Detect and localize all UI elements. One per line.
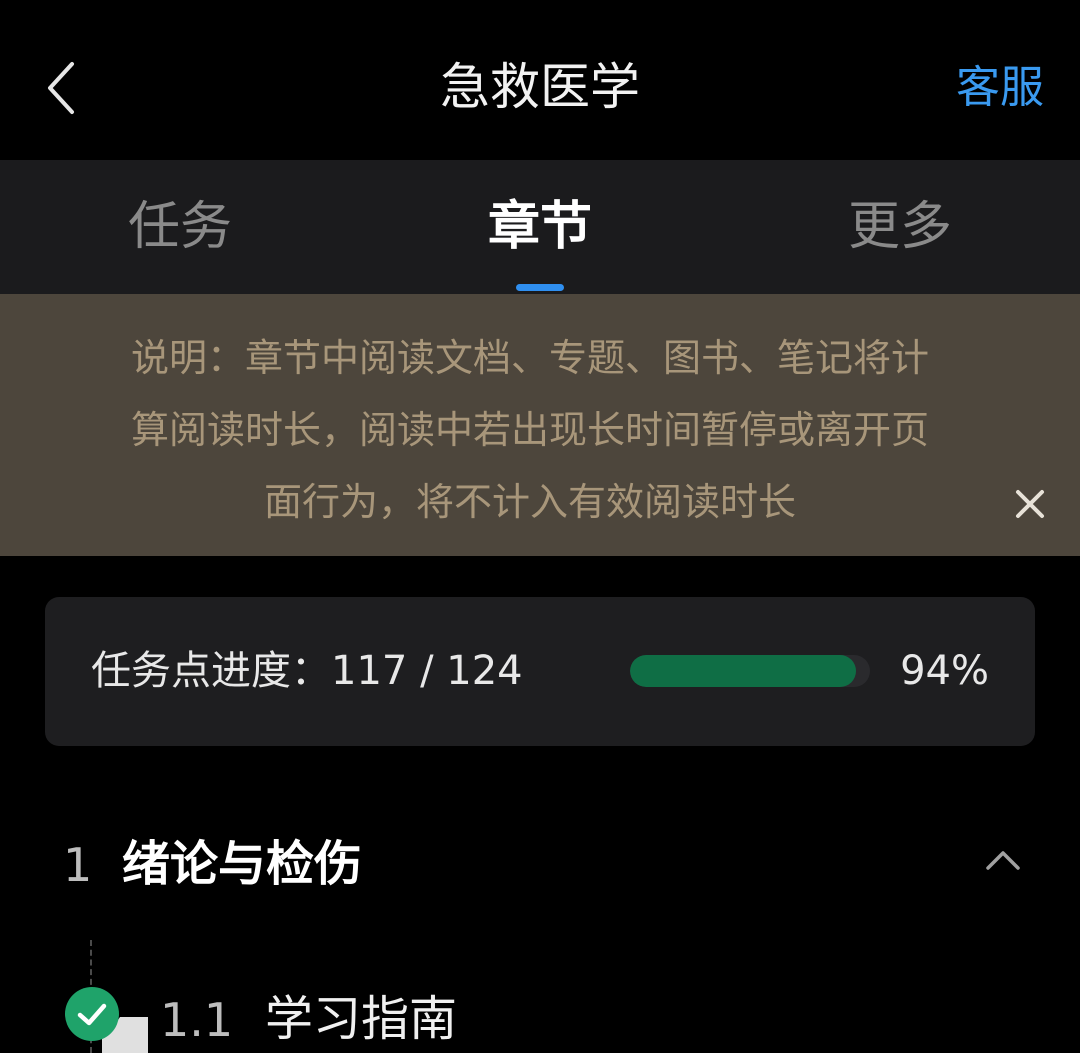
progress-bar-fill (630, 655, 856, 687)
notice-text: 说明：章节中阅读文档、专题、图书、笔记将计 算阅读时长，阅读中若出现长时间暂停或… (40, 322, 1020, 538)
progress-count: 117 / 124 (331, 648, 523, 694)
reading-notice-banner: 说明：章节中阅读文档、专题、图书、笔记将计 算阅读时长，阅读中若出现长时间暂停或… (0, 294, 1080, 556)
chevron-up-icon[interactable] (984, 846, 1022, 874)
progress-label-row: 任务点进度：117 / 124 (91, 643, 523, 699)
tab-bar: 任务 章节 更多 (0, 160, 1080, 294)
chapter-title: 绪论与检伤 (122, 836, 363, 892)
chapter-number: 1 (63, 838, 93, 892)
active-tab-indicator (516, 284, 564, 291)
notice-line-3: 面行为，将不计入有效阅读时长 (263, 480, 796, 524)
customer-service-button[interactable]: 客服 (956, 58, 1044, 118)
task-progress-card: 任务点进度：117 / 124 94% (45, 597, 1035, 746)
chapter-header-row[interactable]: 1 绪论与检伤 (0, 820, 1080, 910)
page-title: 急救医学 (440, 58, 640, 116)
tab-more[interactable]: 更多 (750, 192, 1050, 262)
check-circle-icon (65, 987, 119, 1041)
tab-tasks[interactable]: 任务 (30, 192, 330, 262)
header-bar: 急救医学 客服 (0, 0, 1080, 160)
close-icon[interactable] (1012, 486, 1048, 522)
progress-bar (630, 655, 870, 687)
progress-percent: 94% (900, 648, 989, 694)
section-title: 学习指南 (265, 991, 458, 1047)
notice-line-1: 说明：章节中阅读文档、专题、图书、笔记将计 (130, 336, 929, 380)
section-number: 1.1 (160, 993, 234, 1047)
notice-line-2: 算阅读时长，阅读中若出现长时间暂停或离开页 (130, 408, 929, 452)
list-item-section[interactable]: 1.1 学习指南 (0, 975, 1080, 1053)
progress-label: 任务点进度： (91, 648, 331, 694)
tab-chapters[interactable]: 章节 (390, 192, 690, 262)
